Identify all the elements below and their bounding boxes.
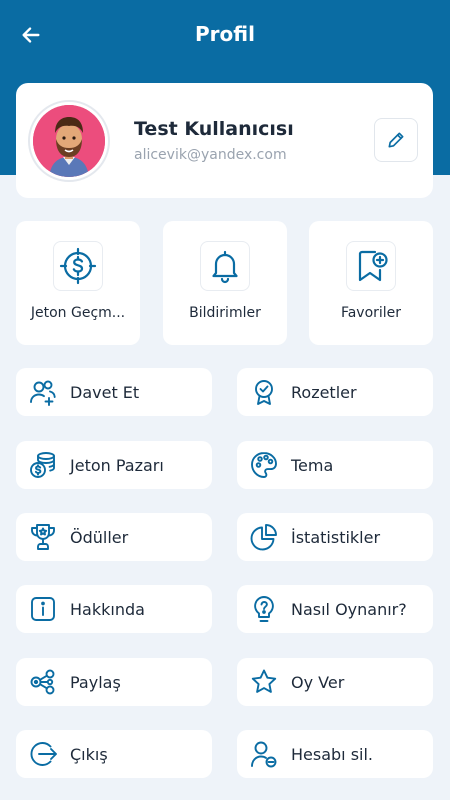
quick-action-label: Bildirimler	[189, 305, 261, 321]
quick-action-label: Favoriler	[340, 305, 402, 321]
menu-item-label: Tema	[291, 455, 334, 475]
quick-action-favorites[interactable]: Favoriler	[309, 221, 433, 345]
menu-item-label: İstatistikler	[291, 527, 381, 547]
bell-icon	[212, 250, 238, 284]
question-icon	[254, 596, 274, 622]
quick-action-label: Jeton Geçm...	[30, 305, 126, 321]
menu-item-delete-account[interactable]: Hesabı sil.	[237, 730, 433, 778]
coins-icon	[30, 452, 55, 478]
menu-item-share[interactable]: Paylaş	[16, 658, 212, 706]
user-email: alicevik@yandex.com	[134, 147, 287, 163]
pie-chart-icon	[250, 524, 277, 551]
badge-icon	[255, 380, 273, 405]
profile-card: Test Kullanıcısı alicevik@yandex.com	[16, 83, 433, 198]
menu-item-label: Davet Et	[70, 382, 140, 402]
quick-action-notifications[interactable]: Bildirimler	[163, 221, 287, 345]
avatar-illustration-icon	[33, 105, 105, 177]
menu-item-rewards[interactable]: Ödüller	[16, 513, 212, 561]
user-name: Test Kullanıcısı	[134, 118, 294, 140]
menu-item-about[interactable]: Hakkında	[16, 585, 212, 633]
pencil-icon	[388, 132, 404, 148]
menu-item-badges[interactable]: Rozetler	[237, 368, 433, 416]
menu-item-logout[interactable]: Çıkış	[16, 730, 212, 778]
menu-item-invite[interactable]: Davet Et	[16, 368, 212, 416]
invite-users-icon	[30, 380, 56, 406]
edit-profile-button[interactable]	[374, 118, 418, 162]
share-icon	[30, 669, 55, 695]
menu-item-label: Hakkında	[70, 599, 145, 619]
bookmark-add-icon	[358, 250, 388, 282]
avatar[interactable]	[28, 100, 110, 182]
menu-item-label: Jeton Pazarı	[70, 455, 164, 475]
menu-item-label: Çıkış	[70, 744, 108, 764]
trophy-icon	[31, 524, 55, 550]
menu-item-label: Oy Ver	[291, 672, 345, 692]
info-icon	[31, 597, 55, 621]
menu-item-statistics[interactable]: İstatistikler	[237, 513, 433, 561]
logout-icon	[30, 742, 57, 766]
star-icon	[251, 669, 277, 693]
page-title: Profil	[195, 22, 255, 46]
menu-item-how-to-play[interactable]: Nasıl Oynanır?	[237, 585, 433, 633]
coin-history-icon	[59, 247, 97, 285]
menu-item-label: Hesabı sil.	[291, 744, 374, 764]
menu-item-rate[interactable]: Oy Ver	[237, 658, 433, 706]
palette-icon	[251, 452, 277, 478]
menu-item-label: Rozetler	[291, 382, 357, 402]
menu-item-label: Paylaş	[70, 672, 121, 692]
delete-account-icon	[251, 741, 277, 768]
quick-action-coin-history[interactable]: Jeton Geçm...	[16, 221, 140, 345]
menu-item-theme[interactable]: Tema	[237, 441, 433, 489]
menu-item-coin-market[interactable]: Jeton Pazarı	[16, 441, 212, 489]
menu-item-label: Ödüller	[70, 527, 129, 547]
menu-item-label: Nasıl Oynanır?	[291, 599, 407, 619]
